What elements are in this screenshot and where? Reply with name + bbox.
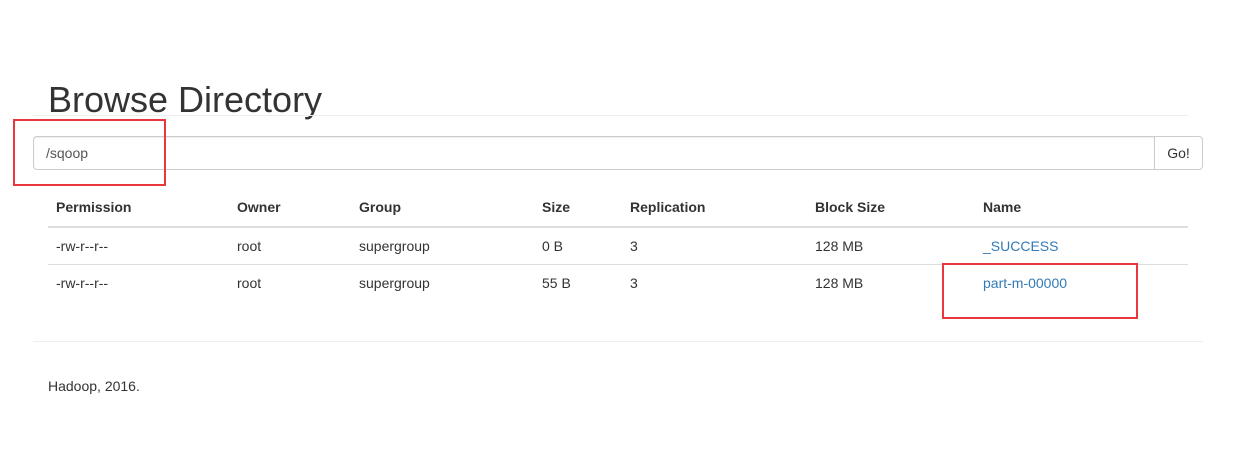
column-header-size[interactable]: Size [534,188,622,228]
group-cell: supergroup [359,238,430,254]
column-header-owner[interactable]: Owner [229,188,351,228]
replication-cell: 3 [622,264,807,301]
column-header-name[interactable]: Name [975,188,1188,228]
go-button[interactable]: Go! [1154,136,1203,170]
page-title: Browse Directory [48,79,323,121]
table-row: -rw-r--r-- root supergroup 0 B 3 128 MB … [48,227,1188,265]
file-link-success[interactable]: _SUCCESS [983,238,1058,254]
block-size-cell: 128 MB [815,238,864,254]
table-header-row: Permission Owner Group Size Replication … [48,188,1188,228]
title-divider [33,115,1188,116]
table-row: -rw-r--r-- root supergroup 55 B 3 128 MB… [48,264,1188,301]
file-link-part-m-00000[interactable]: part-m-00000 [983,275,1067,291]
permission-cell: -rw-r--r-- [56,238,109,254]
browse-directory-page: Browse Directory Go! Permission Owner Gr… [0,0,1252,468]
size-cell: 55 B [534,264,622,301]
block-size-cell: 128 MB [807,264,975,301]
name-cell: part-m-00000 [975,264,1188,301]
path-input[interactable] [33,136,1154,170]
directory-listing-table: Permission Owner Group Size Replication … [48,188,1188,301]
column-header-permission[interactable]: Permission [48,188,229,228]
footer-divider [33,341,1203,342]
footer-text: Hadoop, 2016. [48,378,140,394]
replication-cell: 3 [630,238,638,254]
column-header-replication[interactable]: Replication [622,188,807,228]
name-cell: _SUCCESS [975,227,1188,265]
owner-cell: root [229,264,351,301]
permission-cell: -rw-r--r-- [48,264,229,301]
owner-cell: root [237,238,262,254]
path-form: Go! [33,136,1203,170]
size-cell: 0 B [542,238,564,254]
group-cell: supergroup [351,264,534,301]
column-header-group[interactable]: Group [351,188,534,228]
column-header-block-size[interactable]: Block Size [807,188,975,228]
